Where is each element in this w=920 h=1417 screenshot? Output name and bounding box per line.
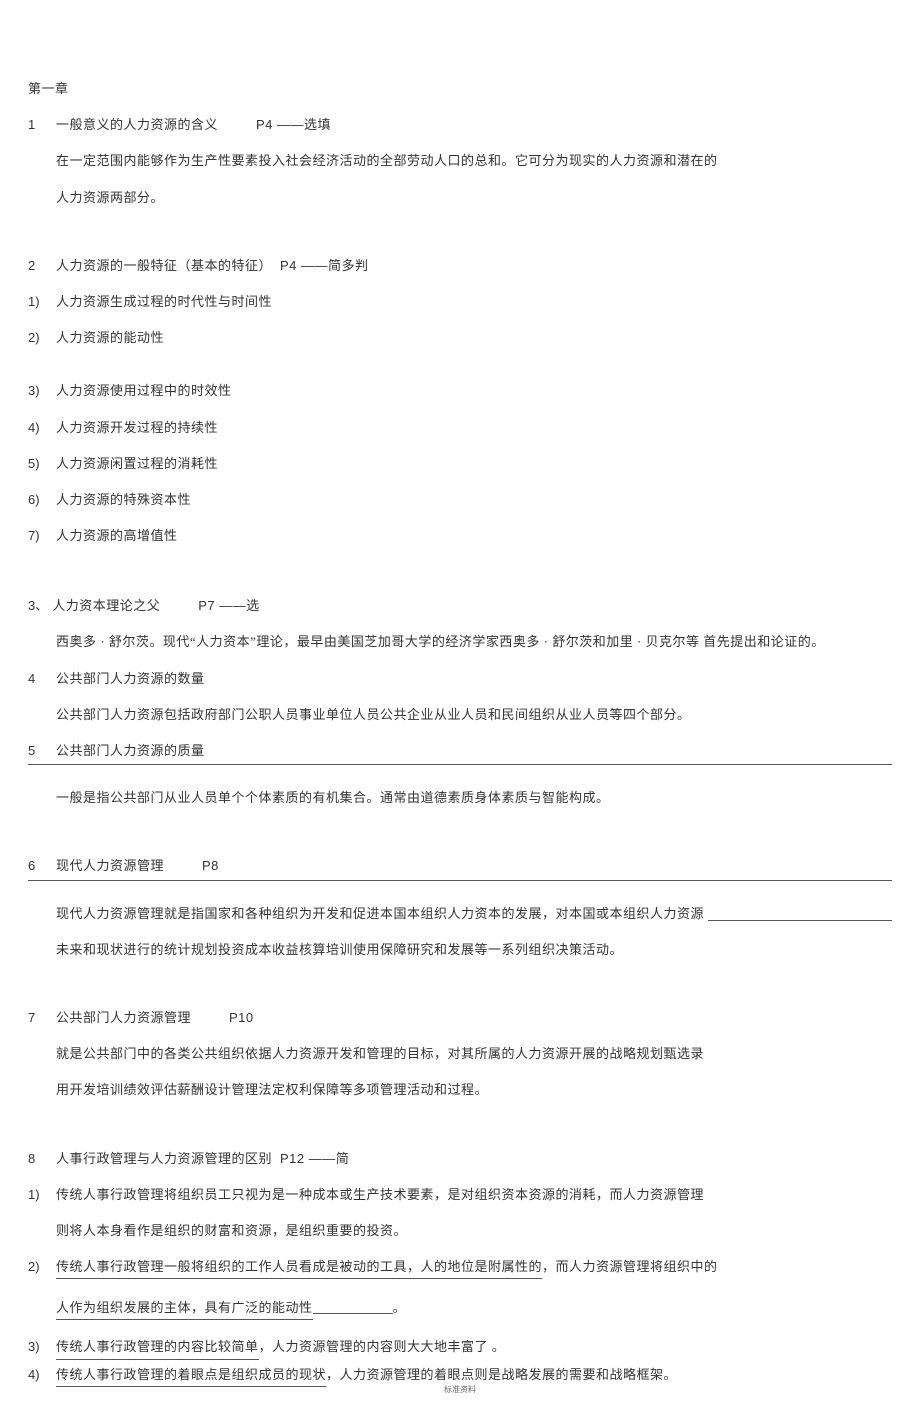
item-title-text: 公共部门人力资源的质量 [56, 742, 205, 760]
page-ref: P4 ——简多判 [280, 257, 369, 275]
item-7-body-a: 就是公共部门中的各类公共组织依据人力资源开发和管理的目标，对其所属的人力资源开展… [28, 1045, 892, 1063]
list-text: 传统人事行政管理将组织员工只视为是一种成本或生产技术要素，是对组织资本资源的消耗… [56, 1186, 704, 1204]
list-item-cont: 则将人本身看作是组织的财富和资源，是组织重要的投资。 [28, 1222, 892, 1240]
body-text: 在一定范围内能够作为生产性要素投入社会经济活动的全部劳动人口的总和。它可分为现实… [56, 152, 718, 170]
item-number: 6 [28, 858, 56, 873]
list-item-cont: 人作为组织发展的主体，具有广泛的能动性 。 [28, 1297, 892, 1320]
document-page: 第一章 1 一般意义的人力资源的含义 P4 ——选填 在一定范围内能够作为生产性… [0, 0, 920, 1417]
underline-fill [313, 1299, 393, 1314]
list-item: 2) 传统人事行政管理一般将组织的工作人员看成是被动的工具，人的地位是附属性的 … [28, 1258, 892, 1279]
page-ref: P10 [229, 1009, 254, 1027]
page-ref: P4 ——选填 [256, 116, 331, 134]
list-text: 人力资源闲置过程的消耗性 [56, 455, 218, 473]
item-4-title: 4 公共部门人力资源的数量 [28, 670, 892, 688]
list-text: 传统人事行政管理的内容比较简单 [56, 1338, 259, 1359]
list-text: ，人力资源管理的内容则大大地丰富了 。 [259, 1338, 506, 1356]
item-3-body: 西奥多 · 舒尔茨。现代“人力资本”理论，最早由美国芝加哥大学的经济学家西奥多 … [28, 633, 892, 651]
body-text: 公共部门人力资源包括政府部门公职人员事业单位人员公共企业从业人员和民间组织从业人… [56, 706, 691, 724]
item-number: 1 [28, 117, 56, 132]
item-number: 3、 [28, 595, 48, 614]
item-7-body-b: 用开发培训绩效评估薪酬设计管理法定权利保障等多项管理活动和过程。 [28, 1081, 892, 1099]
item-title-text: 公共部门人力资源的数量 [56, 670, 205, 688]
chapter-text: 第一章 [28, 80, 69, 98]
body-text: 人力资源两部分。 [56, 189, 164, 207]
list-item: 2) 人力资源的能动性 [28, 329, 892, 347]
item-6-title: 6 现代人力资源管理 P8 [28, 857, 892, 880]
body-text: 用开发培训绩效评估薪酬设计管理法定权利保障等多项管理活动和过程。 [56, 1081, 488, 1099]
list-text: 人作为组织发展的主体，具有广泛的能动性 [56, 1299, 313, 1320]
item-8-title: 8 人事行政管理与人力资源管理的区别 P12 ——简 [28, 1150, 892, 1168]
item-6-body-a: 现代人力资源管理就是指国家和各种组织为开发和促进本国本组织人力资本的发展，对本国… [28, 905, 892, 923]
list-item: 1) 传统人事行政管理将组织员工只视为是一种成本或生产技术要素，是对组织资本资源… [28, 1186, 892, 1204]
item-5-title: 5 公共部门人力资源的质量 [28, 742, 892, 765]
item-1-body-a: 在一定范围内能够作为生产性要素投入社会经济活动的全部劳动人口的总和。它可分为现实… [28, 152, 892, 170]
list-item: 1) 人力资源生成过程的时代性与时间性 [28, 293, 892, 311]
item-5-body: 一般是指公共部门从业人员单个个体素质的有机集合。通常由道德素质身体素质与智能构成… [28, 789, 892, 807]
list-number: 1) [28, 1187, 56, 1202]
item-6-body-b: 未来和现状进行的统计规划投资成本收益核算培训使用保障研究和发展等一系列组织决策活… [28, 941, 892, 959]
list-item: 6) 人力资源的特殊资本性 [28, 491, 892, 509]
item-title-text: 人力资源的一般特征（基本的特征） [56, 257, 272, 275]
list-number: 5) [28, 456, 56, 471]
body-text: 现代人力资源管理就是指国家和各种组织为开发和促进本国本组织人力资本的发展，对本国… [56, 905, 704, 923]
list-text: 人力资源使用过程中的时效性 [56, 382, 232, 400]
body-text: 一般是指公共部门从业人员单个个体素质的有机集合。通常由道德素质身体素质与智能构成… [56, 789, 610, 807]
item-title-text: 人事行政管理与人力资源管理的区别 [56, 1150, 272, 1168]
list-number: 4) [28, 1367, 56, 1382]
page-ref: P12 ——简 [280, 1150, 349, 1168]
item-1-body-b: 人力资源两部分。 [28, 189, 892, 207]
list-number: 6) [28, 492, 56, 507]
footer-text: 标准资料 [444, 1385, 476, 1394]
item-number: 2 [28, 258, 56, 273]
list-text: 人力资源的特殊资本性 [56, 491, 191, 509]
list-item: 3) 传统人事行政管理的内容比较简单 ，人力资源管理的内容则大大地丰富了 。 [28, 1338, 892, 1359]
list-number: 3) [28, 383, 56, 398]
page-footer: 标准资料 [0, 1384, 920, 1395]
list-item: 7) 人力资源的高增值性 [28, 527, 892, 545]
chapter-heading: 第一章 [28, 80, 892, 98]
list-number: 1) [28, 294, 56, 309]
body-text: 就是公共部门中的各类公共组织依据人力资源开发和管理的目标，对其所属的人力资源开展… [56, 1045, 704, 1063]
item-title-text: 人力资本理论之父 [52, 597, 160, 615]
page-ref: P7 ——选 [198, 597, 260, 615]
item-number: 5 [28, 743, 56, 758]
list-text: 人力资源生成过程的时代性与时间性 [56, 293, 272, 311]
list-number: 3) [28, 1339, 56, 1354]
item-number: 7 [28, 1010, 56, 1025]
item-number: 4 [28, 671, 56, 686]
list-item: 3) 人力资源使用过程中的时效性 [28, 382, 892, 400]
list-text: 人力资源的高增值性 [56, 527, 178, 545]
item-3-title: 3、 人力资本理论之父 P7 ——选 [28, 595, 892, 615]
item-title-text: 一般意义的人力资源的含义 [56, 116, 218, 134]
item-number: 8 [28, 1151, 56, 1166]
list-text: ，而人力资源管理将组织中的 [542, 1258, 718, 1276]
list-text: 人力资源的能动性 [56, 329, 164, 347]
item-2-title: 2 人力资源的一般特征（基本的特征） P4 ——简多判 [28, 257, 892, 275]
list-number: 2) [28, 1259, 56, 1274]
item-title-text: 现代人力资源管理 [56, 857, 164, 875]
underline-fill [708, 906, 892, 921]
body-text: 未来和现状进行的统计规划投资成本收益核算培训使用保障研究和发展等一系列组织决策活… [56, 941, 623, 959]
item-7-title: 7 公共部门人力资源管理 P10 [28, 1009, 892, 1027]
list-number: 2) [28, 330, 56, 345]
body-text: 西奥多 · 舒尔茨。现代“人力资本”理论，最早由美国芝加哥大学的经济学家西奥多 … [56, 633, 825, 651]
list-number: 7) [28, 528, 56, 543]
list-item: 4) 人力资源开发过程的持续性 [28, 419, 892, 437]
list-number: 4) [28, 420, 56, 435]
list-text: 。 [393, 1299, 407, 1317]
list-item: 5) 人力资源闲置过程的消耗性 [28, 455, 892, 473]
item-title-text: 公共部门人力资源管理 [56, 1009, 191, 1027]
list-text: 人力资源开发过程的持续性 [56, 419, 218, 437]
item-1-title: 1 一般意义的人力资源的含义 P4 ——选填 [28, 116, 892, 134]
item-4-body: 公共部门人力资源包括政府部门公职人员事业单位人员公共企业从业人员和民间组织从业人… [28, 706, 892, 724]
page-ref: P8 [202, 857, 219, 875]
list-text: 传统人事行政管理一般将组织的工作人员看成是被动的工具，人的地位是附属性的 [56, 1258, 542, 1279]
list-text: ，人力资源管理的着眼点则是战略发展的需要和战略框架。 [326, 1366, 677, 1384]
list-text: 则将人本身看作是组织的财富和资源，是组织重要的投资。 [56, 1222, 407, 1240]
